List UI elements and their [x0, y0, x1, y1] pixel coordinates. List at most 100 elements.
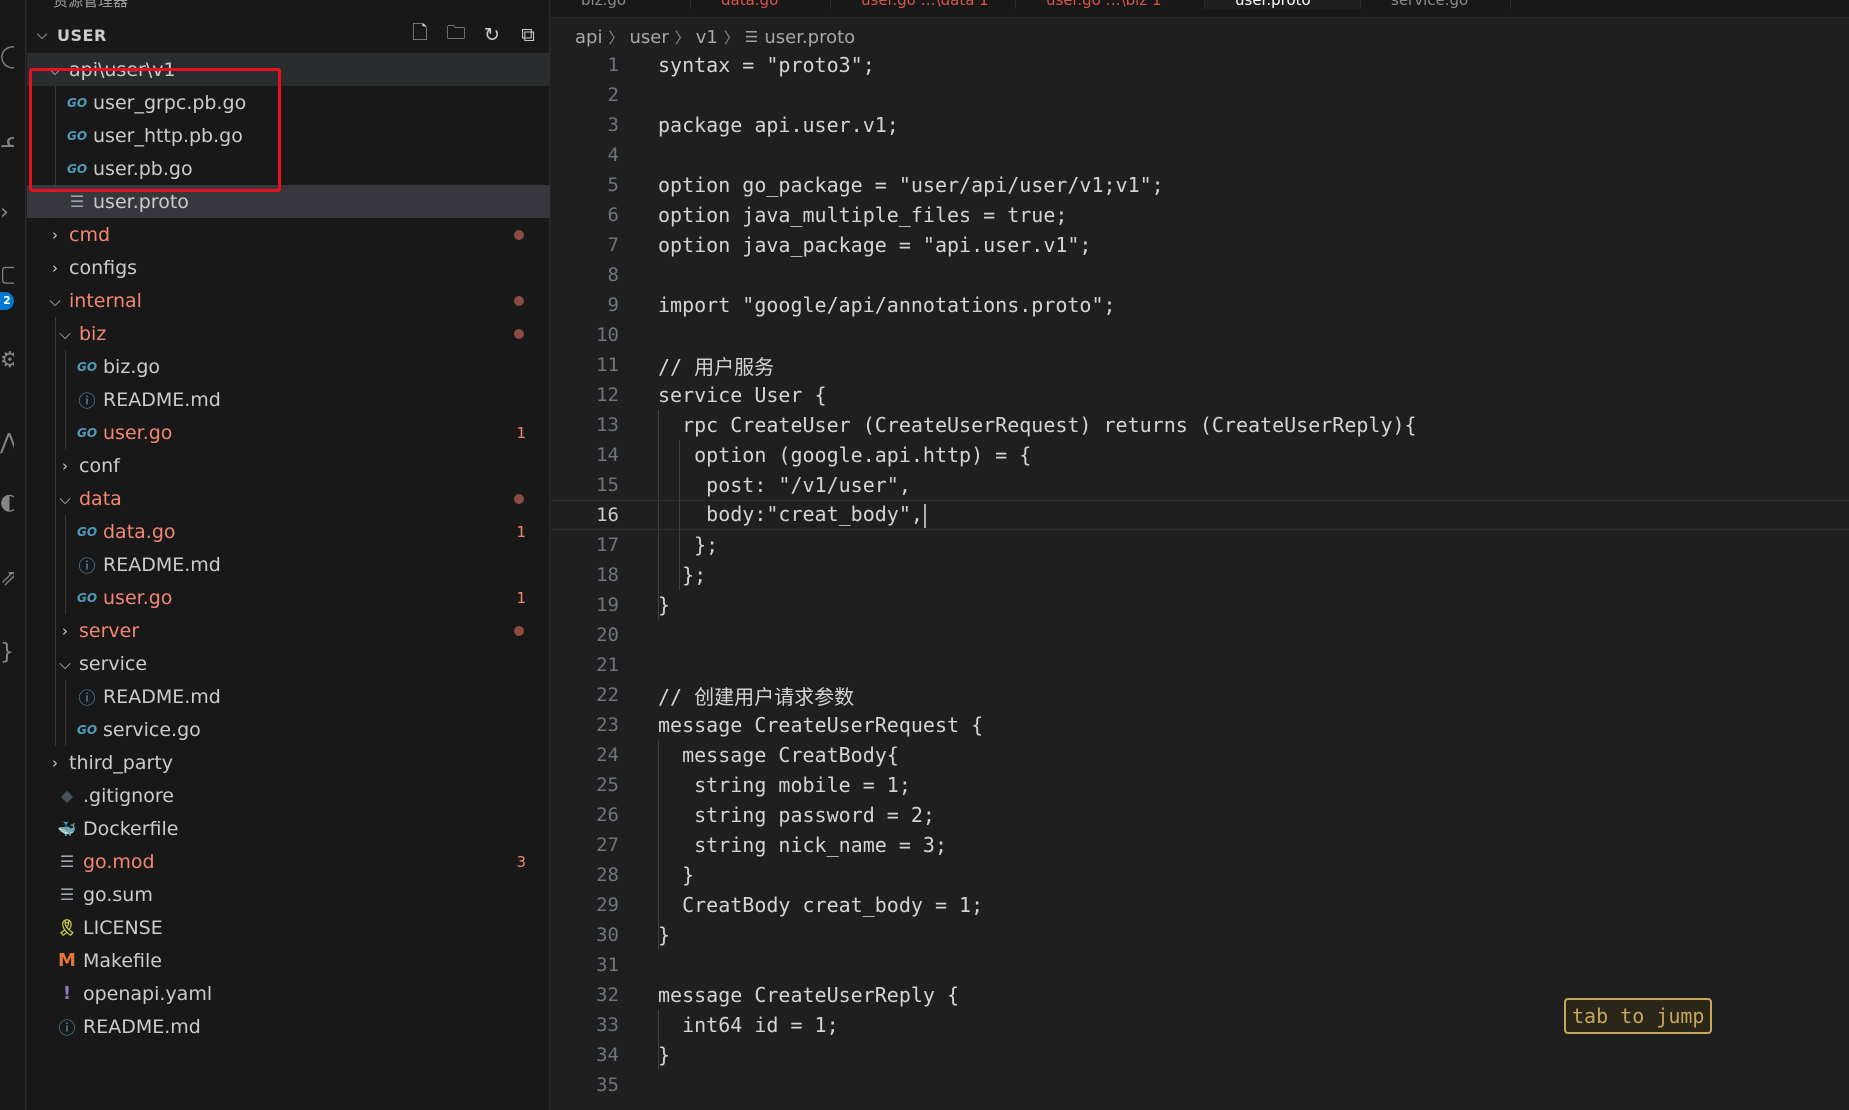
refresh-icon[interactable]: ↻ [480, 23, 504, 47]
code-line[interactable]: 22 // 创建用户请求参数 [551, 680, 1849, 710]
code-line[interactable]: 25 string mobile = 1; [551, 770, 1849, 800]
code-line[interactable]: 14 option (google.api.http) = { [551, 440, 1849, 470]
editor-tab[interactable]: user.go …\biz 1 [1016, 0, 1205, 9]
code-line[interactable]: 1 syntax = "proto3"; [551, 50, 1849, 80]
tree-item[interactable]: › cmd [27, 218, 550, 251]
code-line[interactable]: 31 [551, 950, 1849, 980]
code-line[interactable]: 15 post: "/v1/user", [551, 470, 1849, 500]
tree-item[interactable]: GO user_grpc.pb.go [27, 86, 550, 119]
code-line[interactable]: 24 message CreatBody{ [551, 740, 1849, 770]
code-line[interactable]: 13 rpc CreateUser (CreateUserRequest) re… [551, 410, 1849, 440]
inline-suggestion-hint[interactable]: tab to jump [1564, 998, 1713, 1034]
tree-item[interactable]: GO user.pb.go [27, 152, 550, 185]
tree-item[interactable]: GO service.go [27, 713, 550, 746]
chevron-right-icon: › [62, 621, 68, 640]
tree-item[interactable]: ◆ .gitignore [27, 779, 550, 812]
modified-dot-icon [514, 328, 524, 339]
tree-item[interactable]: GO data.go 1 [27, 515, 550, 548]
breadcrumb-item-file[interactable]: user.proto [764, 27, 855, 48]
tree-item[interactable]: GO user.go 1 [27, 581, 550, 614]
remote-icon[interactable]: ⋀ [0, 430, 14, 456]
code-line[interactable]: 29 CreatBody creat_body = 1; [551, 890, 1849, 920]
tree-item[interactable]: ⌵ internal [27, 284, 550, 317]
code-line[interactable]: 11 // 用户服务 [551, 350, 1849, 380]
code-line[interactable]: 7 option java_package = "api.user.v1"; [551, 230, 1849, 260]
tree-item[interactable]: ⓘ README.md [27, 1010, 550, 1043]
line-number: 10 [596, 324, 619, 346]
code-line[interactable]: 12 service User { [551, 380, 1849, 410]
code-line[interactable]: 20 [551, 620, 1849, 650]
indent-guide [65, 416, 66, 449]
tree-item[interactable]: › server [27, 614, 550, 647]
code-line[interactable]: 26 string password = 2; [551, 800, 1849, 830]
code-line[interactable]: 27 string nick_name = 3; [551, 830, 1849, 860]
code-line[interactable]: 35 [551, 1070, 1849, 1100]
settings-icon[interactable]: ⇗ [0, 566, 14, 592]
tree-item[interactable]: ⓘ README.md [27, 680, 550, 713]
breadcrumb-item-v1[interactable]: v1 [696, 27, 718, 48]
explorer-section-header[interactable]: ⌵ USER 🗋 🗀 ↻ ⧉ [27, 20, 550, 50]
search-icon[interactable]: ᓄ [0, 128, 14, 154]
breadcrumb-item-api[interactable]: api [575, 27, 602, 48]
code-area[interactable]: 1 syntax = "proto3"; 2 3 package api.user.v1… [551, 50, 1849, 1100]
line-number: 24 [596, 744, 619, 766]
tree-item[interactable]: ⌵ data [27, 482, 550, 515]
code-line[interactable]: 6 option java_multiple_files = true; [551, 200, 1849, 230]
tree-item[interactable]: GO user.go 1 [27, 416, 550, 449]
code-line[interactable]: 9 import "google/api/annotations.proto"; [551, 290, 1849, 320]
code-line[interactable]: 5 option go_package = "user/api/user/v1;v… [551, 170, 1849, 200]
tree-item[interactable]: ☰ go.sum [27, 878, 550, 911]
tree-item[interactable]: › conf [27, 449, 550, 482]
json-icon[interactable]: } [0, 640, 14, 666]
run-debug-icon[interactable]: ▢ [0, 262, 14, 288]
editor-tab[interactable]: user.proto [1205, 0, 1361, 9]
line-number: 32 [596, 984, 619, 1006]
tree-item[interactable]: 🎗 LICENSE [27, 911, 550, 944]
editor-tab[interactable]: service.go [1361, 0, 1511, 9]
code-line[interactable]: 10 [551, 320, 1849, 350]
code-line[interactable]: 4 [551, 140, 1849, 170]
tree-item[interactable]: ⓘ README.md [27, 383, 550, 416]
editor-pane[interactable]: api 〉 user 〉 v1 〉 ☰ user.proto 1 syntax =… [551, 19, 1849, 1110]
code-line[interactable]: 17 }; [551, 530, 1849, 560]
tree-item[interactable]: ! openapi.yaml [27, 977, 550, 1010]
tree-item[interactable]: › third_party [27, 746, 550, 779]
tree-item[interactable]: M Makefile [27, 944, 550, 977]
code-line[interactable]: 2 [551, 80, 1849, 110]
explorer-icon[interactable]: ◯ [0, 44, 14, 70]
source-control-icon[interactable]: › [0, 200, 14, 226]
code-line[interactable]: 8 [551, 260, 1849, 290]
code-line[interactable]: 18 }; [551, 560, 1849, 590]
editor-tab[interactable]: user.go …\data 1 [831, 0, 1016, 9]
code-line[interactable]: 21 [551, 650, 1849, 680]
new-file-icon[interactable]: 🗋 [408, 22, 432, 47]
collapse-all-icon[interactable]: ⧉ [516, 23, 540, 47]
editor-tab[interactable]: data.go [691, 0, 831, 9]
tree-item[interactable]: ☰ user.proto [27, 185, 550, 218]
code-line[interactable]: 34} [551, 1040, 1849, 1070]
editor-tab[interactable]: biz.go [551, 0, 691, 9]
code-line[interactable]: 3 package api.user.v1; [551, 110, 1849, 140]
line-number: 29 [596, 894, 619, 916]
tree-item[interactable]: ⓘ README.md [27, 548, 550, 581]
tree-item[interactable]: 🐳 Dockerfile [27, 812, 550, 845]
code-line[interactable]: 16 body:"creat_body", [551, 500, 1849, 530]
accounts-icon[interactable]: ◐ [0, 490, 14, 516]
code-line[interactable]: 30} [551, 920, 1849, 950]
code-line[interactable]: 23 message CreateUserRequest { [551, 710, 1849, 740]
tree-item[interactable]: ☰ go.mod 3 [27, 845, 550, 878]
code-line[interactable]: 19} [551, 590, 1849, 620]
tree-item[interactable]: › configs [27, 251, 550, 284]
tree-item[interactable]: ⌵ biz [27, 317, 550, 350]
tree-item[interactable]: GO biz.go [27, 350, 550, 383]
tree-item[interactable]: ⌵ api\user\v1 [27, 53, 550, 86]
tree-item-label: Makefile [83, 949, 162, 972]
tree-item[interactable]: ⌵ service [27, 647, 550, 680]
code-text: CreatBody creat_body = 1; [658, 893, 984, 917]
go-file-icon: GO [76, 722, 98, 737]
tree-item[interactable]: GO user_http.pb.go [27, 119, 550, 152]
new-folder-icon[interactable]: 🗀 [444, 22, 468, 47]
breadcrumb-item-user[interactable]: user [629, 27, 668, 48]
extensions-icon[interactable]: ⚙ [0, 348, 14, 374]
code-line[interactable]: 28 } [551, 860, 1849, 890]
